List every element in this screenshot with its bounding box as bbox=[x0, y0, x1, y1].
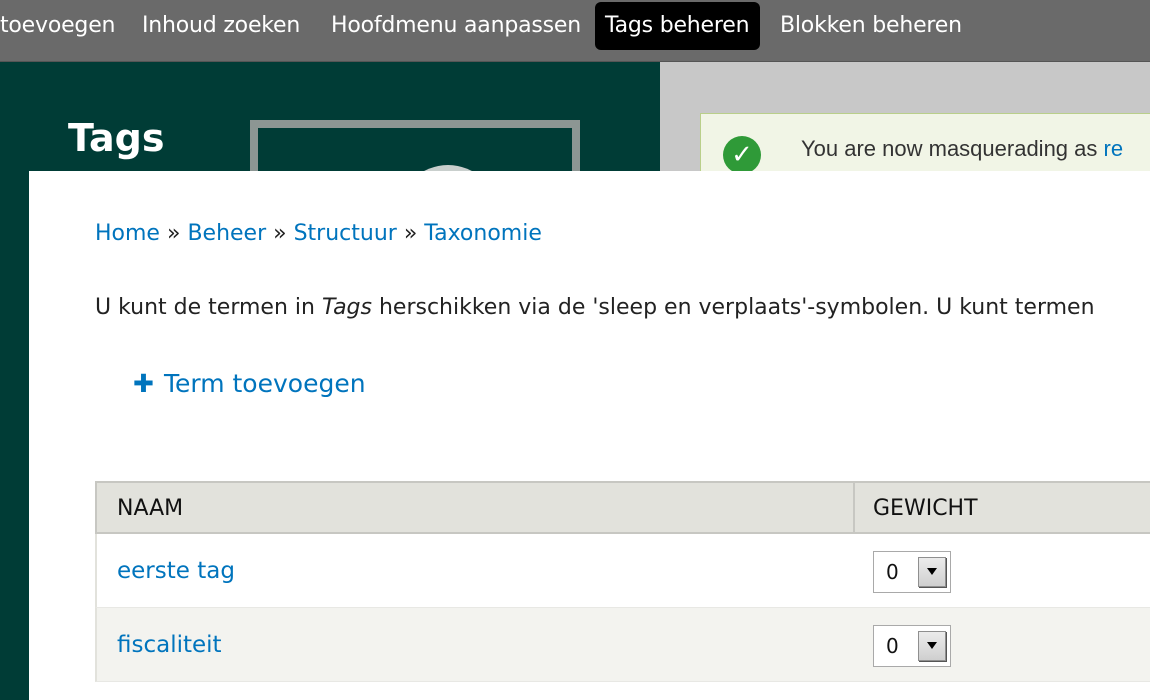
weight-value: 0 bbox=[886, 634, 899, 658]
page-title: Tags bbox=[68, 116, 165, 160]
help-text: U kunt de termen in Tags herschikken via… bbox=[95, 295, 1095, 320]
term-link[interactable]: eerste tag bbox=[117, 558, 235, 584]
column-divider bbox=[853, 483, 855, 534]
shortcut-edit-main-menu[interactable]: Hoofdmenu aanpassen bbox=[321, 2, 591, 50]
chevron-down-icon bbox=[918, 557, 946, 587]
breadcrumb-separator: » bbox=[403, 221, 418, 246]
breadcrumb-admin[interactable]: Beheer bbox=[187, 221, 266, 246]
add-term-link[interactable]: ✚ Term toevoegen bbox=[133, 369, 366, 398]
breadcrumb-structure[interactable]: Structuur bbox=[294, 221, 397, 246]
term-link[interactable]: fiscaliteit bbox=[117, 632, 222, 658]
breadcrumb-separator: » bbox=[273, 221, 287, 246]
table-row: eerste tag 0 bbox=[95, 534, 1150, 608]
shortcut-manage-blocks[interactable]: Blokken beheren bbox=[770, 2, 972, 50]
add-term-label: Term toevoegen bbox=[163, 369, 366, 398]
breadcrumb-separator: » bbox=[166, 221, 181, 246]
breadcrumb-taxonomy[interactable]: Taxonomie bbox=[424, 221, 542, 246]
table-header: Naam Gewicht bbox=[95, 481, 1150, 534]
main-content: Home » Beheer » Structuur » Taxonomie U … bbox=[29, 171, 1150, 700]
column-header-weight: Gewicht bbox=[873, 496, 978, 521]
breadcrumb: Home » Beheer » Structuur » Taxonomie bbox=[95, 221, 542, 246]
chevron-down-icon bbox=[918, 631, 946, 661]
checkmark-icon: ✓ bbox=[723, 136, 761, 174]
table-row: fiscaliteit 0 bbox=[95, 608, 1150, 682]
terms-table: Naam Gewicht eerste tag 0 fiscaliteit 0 bbox=[95, 481, 1150, 682]
weight-select[interactable]: 0 bbox=[873, 625, 951, 667]
column-header-name: Naam bbox=[117, 496, 184, 521]
weight-value: 0 bbox=[886, 560, 899, 584]
shortcut-bar: toevoegen Inhoud zoeken Hoofdmenu aanpas… bbox=[0, 0, 1150, 62]
shortcut-manage-tags[interactable]: Tags beheren bbox=[595, 2, 760, 50]
status-message-text: You are now masquerading as re bbox=[801, 136, 1124, 161]
shortcut-content-add[interactable]: toevoegen bbox=[0, 2, 125, 50]
shortcut-find-content[interactable]: Inhoud zoeken bbox=[132, 2, 310, 50]
plus-icon: ✚ bbox=[133, 369, 154, 398]
weight-select[interactable]: 0 bbox=[873, 551, 951, 593]
breadcrumb-home[interactable]: Home bbox=[95, 221, 160, 246]
masquerade-user-link[interactable]: re bbox=[1104, 136, 1124, 161]
